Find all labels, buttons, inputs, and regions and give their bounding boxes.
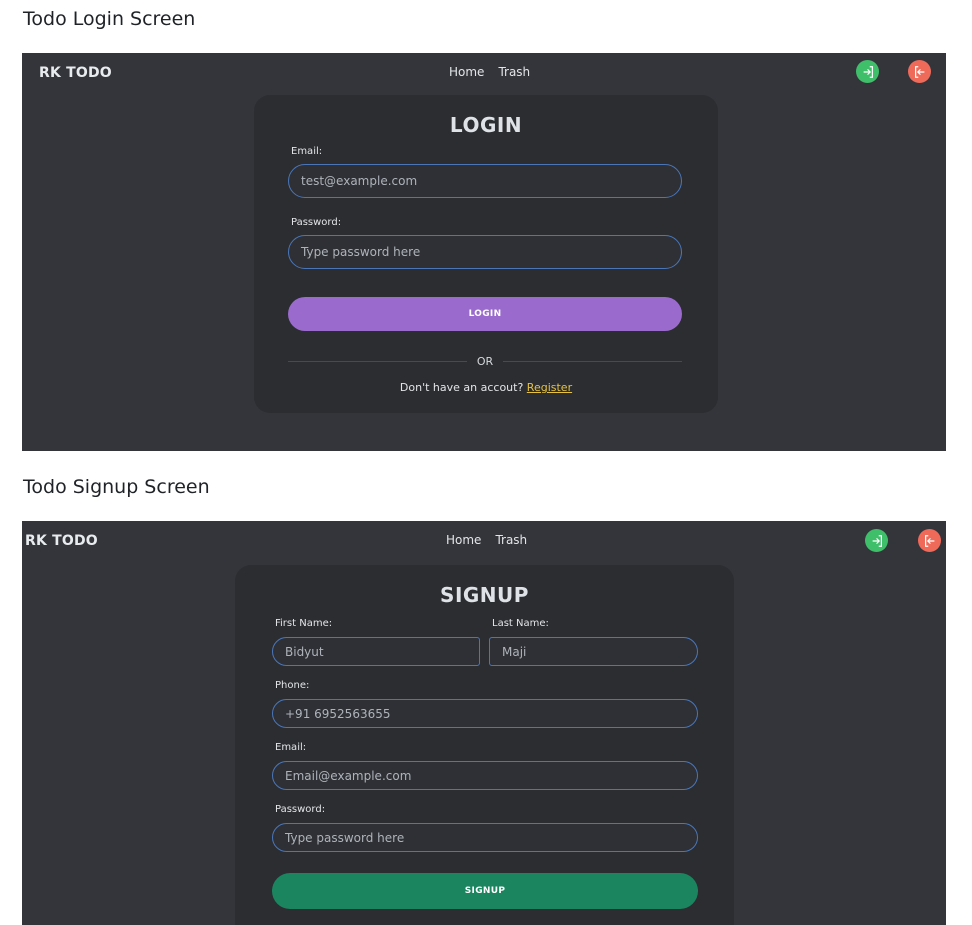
or-divider: OR (288, 355, 682, 368)
brand-logo[interactable]: RK TODO (25, 533, 98, 549)
login-card-title: LOGIN (449, 113, 523, 137)
divider-line-right (503, 361, 682, 362)
email-label: Email: (275, 742, 307, 753)
phone-label: Phone: (275, 680, 310, 691)
login-button-icon[interactable] (856, 60, 879, 83)
divider-line-left (288, 361, 467, 362)
nav-home-link[interactable]: Home (449, 65, 484, 79)
login-arrow-icon (863, 65, 873, 78)
main-nav: Home Trash (449, 65, 530, 79)
signup-submit-button[interactable]: SIGNUP (272, 873, 698, 909)
password-label: Password: (291, 217, 342, 228)
email-label: Email: (291, 146, 323, 157)
register-prompt-text: Don't have an accout? (399, 381, 524, 394)
logout-button-icon[interactable] (918, 529, 941, 552)
login-section-title: Todo Login Screen (23, 8, 196, 30)
register-link[interactable]: Register (527, 381, 572, 394)
signup-screen: RK TODO Home Trash SIGNUP First Name: Bi… (22, 521, 946, 925)
first-name-label: First Name: (275, 618, 333, 629)
logout-button-icon[interactable] (908, 60, 931, 83)
login-arrow-icon (872, 534, 882, 547)
login-button-icon[interactable] (865, 529, 888, 552)
nav-trash-link[interactable]: Trash (495, 533, 527, 547)
last-name-label: Last Name: (492, 618, 549, 629)
phone-input[interactable]: +91 6952563655 (272, 699, 698, 728)
nav-home-link[interactable]: Home (446, 533, 481, 547)
logout-arrow-icon (924, 534, 934, 547)
register-prompt: Don't have an accout? Register (254, 381, 718, 394)
first-name-input[interactable]: Bidyut (272, 637, 480, 666)
login-card: LOGIN Email: test@example.com Password: … (254, 95, 718, 413)
nav-trash-link[interactable]: Trash (498, 65, 530, 79)
login-screen: RK TODO Home Trash LOGIN Email: test@exa… (22, 53, 946, 451)
email-input[interactable]: test@example.com (288, 164, 682, 198)
password-input[interactable]: Type password here (272, 823, 698, 852)
signup-section-title: Todo Signup Screen (23, 476, 210, 498)
login-submit-button[interactable]: LOGIN (288, 297, 682, 331)
signup-card: SIGNUP First Name: Bidyut Last Name: Maj… (235, 565, 734, 925)
last-name-input[interactable]: Maji (489, 637, 698, 666)
signup-card-title: SIGNUP (440, 583, 529, 607)
or-text: OR (476, 355, 494, 368)
brand-logo[interactable]: RK TODO (39, 65, 112, 81)
main-nav: Home Trash (446, 533, 527, 547)
email-input[interactable]: Email@example.com (272, 761, 698, 790)
logout-arrow-icon (914, 65, 924, 78)
password-input[interactable]: Type password here (288, 235, 682, 269)
password-label: Password: (275, 804, 326, 815)
